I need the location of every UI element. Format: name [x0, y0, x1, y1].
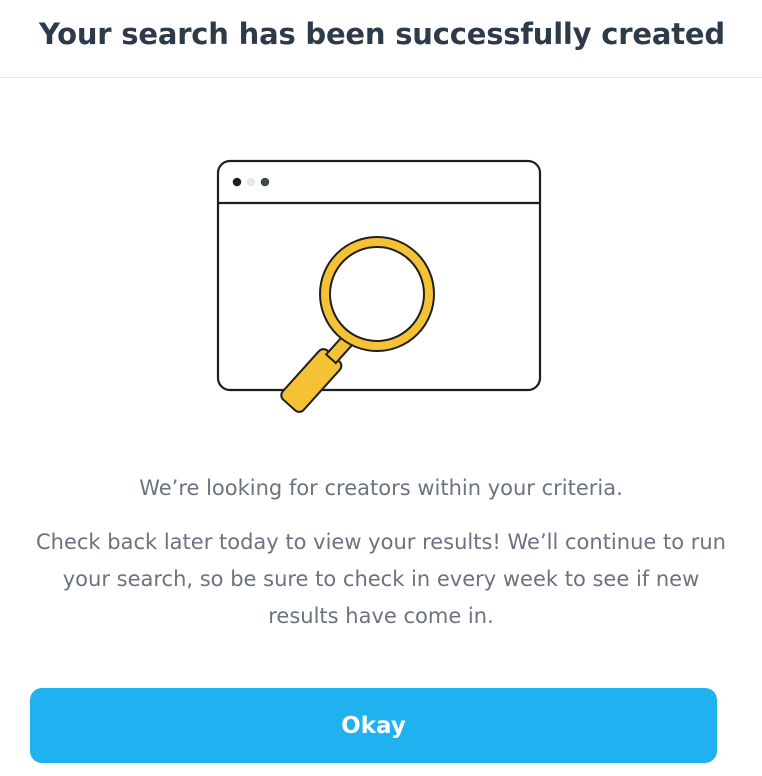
primary-message: We’re looking for creators within your c…: [139, 476, 623, 500]
secondary-message: Check back later today to view your resu…: [35, 530, 726, 628]
search-created-modal: Your search has been successfully create…: [0, 0, 762, 776]
window-dot-icon: [246, 177, 256, 187]
modal-header: Your search has been successfully create…: [0, 0, 762, 78]
browser-window-magnifier-illustration: [200, 150, 560, 420]
window-dot-icon: [232, 177, 242, 187]
okay-button[interactable]: Okay: [30, 688, 717, 763]
modal-title: Your search has been successfully create…: [39, 17, 725, 51]
window-dot-icon: [260, 177, 270, 187]
